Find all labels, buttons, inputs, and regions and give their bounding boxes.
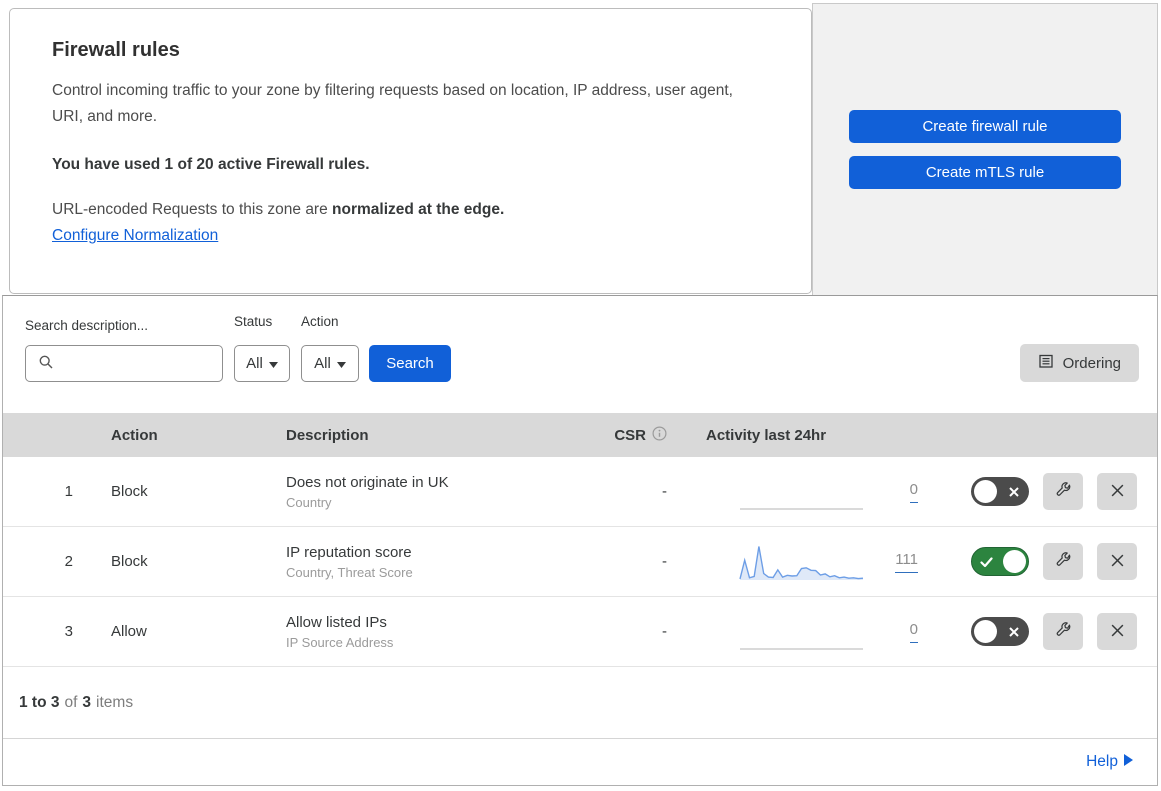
- rule-action: Allow: [111, 623, 147, 640]
- edit-rule-button[interactable]: [1043, 473, 1083, 510]
- activity-count-link[interactable]: 111: [878, 551, 918, 573]
- header-csr-label: CSR: [614, 426, 646, 444]
- table-row: 3 Allow Allow listed IPs IP Source Addre…: [3, 597, 1157, 667]
- table-row: 2 Block IP reputation score Country, Thr…: [3, 527, 1157, 597]
- rule-fields: IP Source Address: [286, 634, 394, 650]
- rule-enabled-toggle[interactable]: [971, 477, 1029, 506]
- search-label: Search description...: [25, 318, 149, 333]
- chevron-down-icon: [336, 355, 346, 372]
- action-label: Action: [301, 314, 339, 329]
- usage-summary: You have used 1 of 20 active Firewall ru…: [52, 156, 370, 173]
- header-description: Description: [286, 426, 369, 444]
- create-firewall-rule-button[interactable]: Create firewall rule: [849, 110, 1121, 143]
- create-mtls-rule-button[interactable]: Create mTLS rule: [849, 156, 1121, 189]
- wrench-icon: [1055, 551, 1072, 572]
- rule-fields: Country, Threat Score: [286, 564, 413, 580]
- pagination-of: of: [64, 693, 78, 711]
- activity-sparkline: [739, 471, 864, 513]
- table-row: 1 Block Does not originate in UK Country…: [3, 457, 1157, 527]
- rule-fields: Country: [286, 494, 332, 510]
- configure-normalization-link[interactable]: Configure Normalization: [52, 227, 218, 244]
- rule-description: Does not originate in UK: [286, 473, 449, 491]
- table-header: Action Description CSR Activity last 24h…: [3, 413, 1157, 457]
- delete-rule-button[interactable]: [1097, 613, 1137, 650]
- header-action: Action: [111, 426, 158, 444]
- search-input[interactable]: [25, 345, 223, 382]
- arrow-right-icon: [1124, 753, 1133, 771]
- x-icon: [1008, 485, 1020, 502]
- activity-count-link[interactable]: 0: [878, 621, 918, 643]
- rule-csr: -: [662, 553, 667, 570]
- action-dropdown-value: All: [314, 355, 331, 372]
- info-icon[interactable]: [652, 425, 667, 445]
- normalization-note: URL-encoded Requests to this zone are no…: [52, 201, 769, 219]
- status-dropdown[interactable]: All: [234, 345, 290, 382]
- edit-rule-button[interactable]: [1043, 543, 1083, 580]
- close-icon: [1110, 483, 1125, 501]
- intro-description: Control incoming traffic to your zone by…: [52, 82, 733, 125]
- ordering-button[interactable]: Ordering: [1019, 344, 1139, 382]
- header-activity: Activity last 24hr: [706, 426, 827, 444]
- search-button[interactable]: Search: [369, 345, 451, 382]
- edit-rule-button[interactable]: [1043, 613, 1083, 650]
- activity-sparkline: [739, 611, 864, 653]
- rule-priority: 3: [64, 623, 73, 640]
- x-icon: [1008, 625, 1020, 642]
- delete-rule-button[interactable]: [1097, 543, 1137, 580]
- rule-enabled-toggle[interactable]: [971, 547, 1029, 576]
- pagination-range: 1 to 3: [19, 693, 60, 711]
- page-title: Firewall rules: [52, 39, 180, 61]
- actions-panel: Create firewall rule Create mTLS rule: [812, 3, 1158, 295]
- pagination-total: 3: [82, 693, 92, 711]
- wrench-icon: [1055, 481, 1072, 502]
- activity-count-link[interactable]: 0: [878, 481, 918, 503]
- footer-row: Help: [3, 739, 1157, 785]
- status-label: Status: [234, 314, 273, 329]
- normalization-note-prefix: URL-encoded Requests to this zone are: [52, 201, 333, 218]
- ordering-list-icon: [1038, 353, 1054, 373]
- help-link[interactable]: Help: [1086, 753, 1133, 771]
- toggle-knob: [974, 480, 997, 503]
- toggle-knob: [1003, 550, 1026, 573]
- rule-priority: 1: [64, 483, 73, 500]
- toggle-knob: [974, 620, 997, 643]
- rule-enabled-toggle[interactable]: [971, 617, 1029, 646]
- rule-csr: -: [662, 623, 667, 640]
- delete-rule-button[interactable]: [1097, 473, 1137, 510]
- pagination-status: 1 to 3 of 3 items: [3, 667, 1157, 739]
- rule-action: Block: [111, 553, 148, 570]
- rule-description: Allow listed IPs: [286, 613, 387, 631]
- pagination-items: items: [96, 693, 134, 711]
- activity-sparkline: [739, 541, 864, 583]
- firewall-intro-card: Firewall rules Control incoming traffic …: [9, 8, 812, 294]
- rule-csr: -: [662, 483, 667, 500]
- check-icon: [980, 555, 993, 572]
- wrench-icon: [1055, 621, 1072, 642]
- action-dropdown[interactable]: All: [301, 345, 359, 382]
- filter-bar: Search description... Status Action All …: [3, 296, 1157, 413]
- close-icon: [1110, 553, 1125, 571]
- rule-description: IP reputation score: [286, 543, 412, 561]
- help-link-label: Help: [1086, 753, 1118, 770]
- status-dropdown-value: All: [246, 355, 263, 372]
- ordering-button-label: Ordering: [1062, 354, 1121, 372]
- rule-priority: 2: [64, 553, 73, 570]
- rules-list-section: Search description... Status Action All …: [2, 295, 1158, 786]
- chevron-down-icon: [268, 355, 278, 372]
- search-icon: [38, 354, 54, 374]
- rule-action: Block: [111, 483, 148, 500]
- normalization-note-bold: normalized at the edge.: [332, 201, 505, 218]
- header-csr: CSR: [558, 425, 683, 445]
- close-icon: [1110, 623, 1125, 641]
